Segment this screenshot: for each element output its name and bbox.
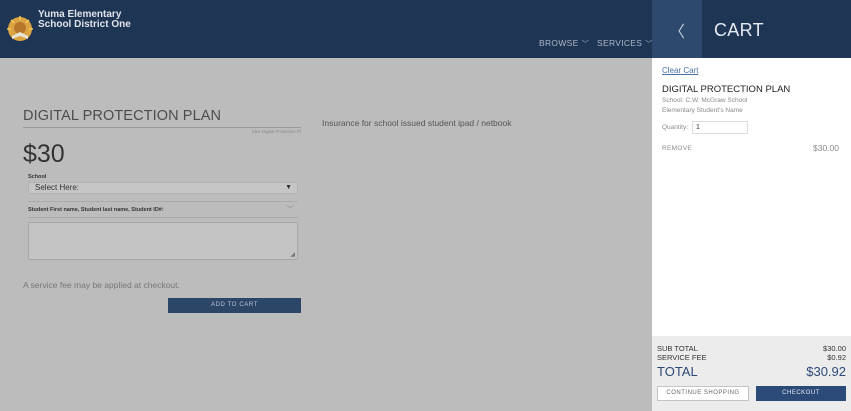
chevron-down-icon: ▼ [285,184,292,191]
service-fee-note: A service fee may be applied at checkout… [23,280,180,290]
nav-services[interactable]: SERVICES ﹀ [597,38,653,49]
student-info-textarea[interactable]: ◢ [28,222,298,260]
cart-item-name: DIGITAL PROTECTION PLAN [662,84,791,95]
subtotal-value: $30.00 [823,344,846,353]
product-title: DIGITAL PROTECTION PLAN [23,108,222,124]
cart-item-student: Elementary Student's Name [662,107,743,114]
quantity-input[interactable]: 1 [692,121,748,134]
school-select[interactable]: Select Here: ▼ [28,182,298,194]
nav-browse-label: BROWSE [539,38,579,48]
school-label: School [28,174,47,180]
checkout-button[interactable]: CHECKOUT [756,386,846,401]
resize-handle-icon[interactable]: ◢ [290,251,295,258]
service-fee-row: SERVICE FEE $0.92 [657,353,846,362]
service-fee-label: SERVICE FEE [657,353,707,362]
chevron-down-icon[interactable]: ﹀ [286,204,294,215]
brand-name[interactable]: Yuma Elementary School District One [38,10,131,30]
cart-title: CART [714,20,764,40]
title-divider [23,127,301,128]
school-select-value: Select Here: [35,183,80,192]
quantity-label: Quantity: [662,124,689,131]
product-description: Insurance for school issued student ipad… [322,118,512,128]
student-info-label: Student First name, Student last name, S… [28,207,164,213]
add-to-cart-button[interactable]: ADD TO CART [168,298,301,313]
total-row: TOTAL $30.92 [657,364,846,379]
total-value: $30.92 [806,364,846,379]
close-cart-button[interactable]: 〈 [652,0,702,58]
product-page: DIGITAL PROTECTION PLAN Idex Digital Pro… [0,58,652,411]
service-fee-value: $0.92 [827,353,846,362]
brand-line-2: School District One [38,19,131,30]
cart-item-price: $30.00 [813,143,839,153]
total-label: TOTAL [657,364,698,379]
site-header: Yuma Elementary School District One BROW… [0,0,652,58]
subtotal-row: SUB TOTAL $30.00 [657,344,846,353]
nav-browse[interactable]: BROWSE ﹀ [539,38,589,49]
clear-cart-link[interactable]: Clear Cart [662,66,698,75]
product-sku: Idex Digital Protection Pl [251,129,301,134]
subtotal-label: SUB TOTAL [657,344,698,353]
nav-services-label: SERVICES [597,38,643,48]
cart-panel: 〈 CART Clear Cart DIGITAL PROTECTION PLA… [652,0,851,411]
field-divider [28,217,298,218]
cart-item-school: School: C.W. McGraw School [662,97,748,104]
chevron-down-icon: ﹀ [581,41,589,48]
remove-item-link[interactable]: REMOVE [662,145,692,152]
district-logo[interactable] [7,16,33,42]
chevron-left-icon: 〈 [669,24,686,41]
continue-shopping-button[interactable]: CONTINUE SHOPPING [657,386,749,401]
product-price: $30 [23,140,65,168]
cart-summary: SUB TOTAL $30.00 SERVICE FEE $0.92 TOTAL… [652,336,851,411]
field-divider [28,201,298,202]
cart-header: 〈 CART [652,0,851,58]
